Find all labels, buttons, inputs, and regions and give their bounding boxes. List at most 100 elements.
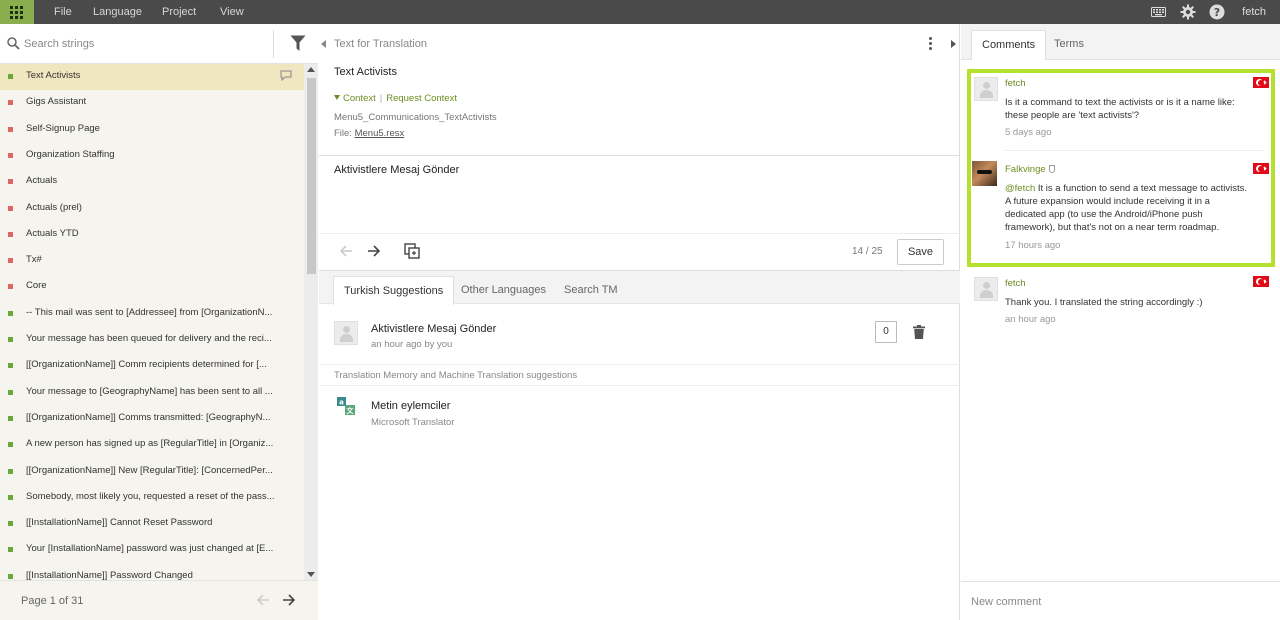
comment-text: It is a function to send a text message …	[1037, 183, 1247, 194]
scroll-thumb[interactable]	[307, 78, 316, 274]
menu-file[interactable]: File	[54, 6, 72, 18]
save-button[interactable]: Save	[897, 239, 944, 265]
string-list-item[interactable]: -- This mail was sent to [Addressee] fro…	[0, 301, 304, 327]
string-list-item[interactable]: Organization Staffing	[0, 143, 304, 169]
string-list-item[interactable]: Actuals YTD	[0, 222, 304, 248]
string-list-item[interactable]: Somebody, most likely you, requested a r…	[0, 485, 304, 511]
scroll-up-arrow-icon[interactable]	[307, 67, 315, 72]
request-context-link[interactable]: Request Context	[386, 93, 457, 104]
vote-count[interactable]: 0	[875, 321, 897, 343]
string-list: Text Activists Gigs Assistant Self-Signup …	[0, 64, 304, 580]
file-info: File: Menu5.resx	[334, 128, 404, 139]
tab-turkish-suggestions[interactable]: Turkish Suggestions	[333, 276, 455, 305]
string-list-item[interactable]: Actuals	[0, 169, 304, 195]
status-indicator	[8, 258, 13, 264]
search-icon	[7, 37, 20, 53]
tm-section-header: Translation Memory and Machine Translati…	[319, 364, 960, 386]
comment-author[interactable]: Falkvinge	[1005, 164, 1055, 175]
string-label: [[InstallationName]] Cannot Reset Passwo…	[26, 517, 213, 529]
suggestion-tabs: Turkish Suggestions Other Languages Sear…	[319, 270, 960, 305]
previous-page-arrow-icon[interactable]	[256, 593, 270, 610]
string-list-item[interactable]: Your message has been queued for deliver…	[0, 327, 304, 353]
comment-body: @fetch It is a function to send a text m…	[1005, 182, 1267, 234]
copy-source-icon[interactable]	[404, 243, 420, 262]
next-string-arrow-icon[interactable]	[367, 244, 381, 261]
comment-time: 5 days ago	[1005, 127, 1052, 138]
status-indicator	[8, 442, 13, 448]
comment-body: Thank you. I translated the string accor…	[1005, 296, 1267, 309]
turkish-flag-icon	[1253, 163, 1269, 174]
context-toggle[interactable]: Context	[343, 93, 376, 104]
string-list-item[interactable]: [[InstallationName]] Password Changed	[0, 564, 304, 580]
new-comment-input[interactable]	[971, 594, 1261, 610]
strings-panel: Text Activists Gigs Assistant Self-Signup …	[0, 24, 318, 620]
string-list-item[interactable]: Text Activists	[0, 64, 304, 90]
filter-icon[interactable]	[290, 35, 306, 55]
avatar	[974, 277, 998, 301]
tab-terms[interactable]: Terms	[1044, 30, 1094, 60]
string-label: Gigs Assistant	[26, 96, 87, 108]
translation-editor[interactable]	[334, 164, 944, 224]
context-links: Context | Request Context	[334, 93, 457, 104]
string-list-item[interactable]: Your [InstallationName] password was jus…	[0, 537, 304, 563]
author-name[interactable]: Falkvinge	[1005, 164, 1046, 175]
menu-language[interactable]: Language	[93, 6, 142, 18]
string-list-item[interactable]: A new person has signed up as [RegularTi…	[0, 432, 304, 458]
apps-grid-icon[interactable]	[0, 0, 34, 24]
string-list-item[interactable]: Core	[0, 274, 304, 300]
tab-other-languages[interactable]: Other Languages	[451, 276, 556, 305]
string-list-item[interactable]: [[InstallationName]] Cannot Reset Passwo…	[0, 511, 304, 537]
suggestion-text[interactable]: Aktivistlere Mesaj Gönder	[371, 323, 496, 335]
tab-search-tm[interactable]: Search TM	[554, 276, 628, 305]
gear-icon[interactable]	[1180, 4, 1196, 20]
collapse-left-arrow-icon[interactable]	[321, 40, 326, 48]
status-indicator	[8, 179, 13, 185]
string-list-item[interactable]: Self-Signup Page	[0, 117, 304, 143]
comment-author[interactable]: fetch	[1005, 278, 1026, 289]
string-label: Your message to [GeographyName] has been…	[26, 385, 273, 397]
menu-view[interactable]: View	[220, 6, 244, 18]
status-indicator	[8, 573, 13, 579]
comment-icon	[280, 70, 292, 84]
file-link[interactable]: Menu5.resx	[355, 128, 405, 139]
machine-suggestion-text[interactable]: Metin eylemciler	[371, 400, 450, 412]
string-list-item[interactable]: Tx#	[0, 248, 304, 274]
scrollbar[interactable]	[304, 64, 318, 580]
machine-suggestion-source: Microsoft Translator	[371, 417, 455, 428]
file-label: File:	[334, 128, 352, 139]
tab-comments[interactable]: Comments	[971, 30, 1047, 60]
string-label: Self-Signup Page	[26, 122, 100, 134]
comment-line: these people are 'text activists'?	[1005, 110, 1140, 121]
comment-time: an hour ago	[1005, 314, 1056, 325]
comment-line: framework), but that's not on a near ter…	[1005, 222, 1220, 233]
keyboard-icon[interactable]	[1151, 4, 1166, 20]
collapse-right-arrow-icon[interactable]	[951, 40, 956, 48]
trash-icon[interactable]	[913, 325, 925, 342]
divider	[319, 233, 960, 234]
string-label: Text Activists	[26, 70, 81, 81]
help-icon[interactable]: ?	[1209, 4, 1225, 20]
status-indicator	[8, 284, 13, 290]
string-list-item[interactable]: [[OrganizationName]] Comm recipients det…	[0, 353, 304, 379]
menu-project[interactable]: Project	[162, 6, 196, 18]
string-list-item[interactable]: [[OrganizationName]] Comms transmitted: …	[0, 406, 304, 432]
scroll-down-arrow-icon[interactable]	[307, 572, 315, 577]
search-input[interactable]	[24, 35, 264, 53]
string-list-item[interactable]: Gigs Assistant	[0, 90, 304, 116]
string-list-item[interactable]: [[OrganizationName]] New [RegularTitle]:…	[0, 459, 304, 485]
more-options-icon[interactable]	[929, 37, 933, 51]
comment-line: @fetch It is a function to send a text m…	[1005, 182, 1267, 195]
string-label: [[InstallationName]] Password Changed	[26, 569, 193, 580]
comment-author[interactable]: fetch	[1005, 78, 1026, 89]
comment-line: A future expansion would include receivi…	[1005, 196, 1210, 207]
next-page-arrow-icon[interactable]	[282, 593, 296, 610]
comment-body: Is it a command to text the activists or…	[1005, 96, 1267, 122]
new-comment-box	[961, 581, 1280, 620]
mention[interactable]: @fetch	[1005, 183, 1035, 194]
string-list-item[interactable]: Your message to [GeographyName] has been…	[0, 380, 304, 406]
string-label: [[OrganizationName]] New [RegularTitle]:…	[26, 464, 273, 476]
svg-text:文: 文	[347, 406, 355, 415]
user-menu[interactable]: fetch	[1242, 6, 1266, 18]
string-list-item[interactable]: Actuals (prel)	[0, 196, 304, 222]
previous-string-arrow-icon[interactable]	[339, 244, 353, 261]
